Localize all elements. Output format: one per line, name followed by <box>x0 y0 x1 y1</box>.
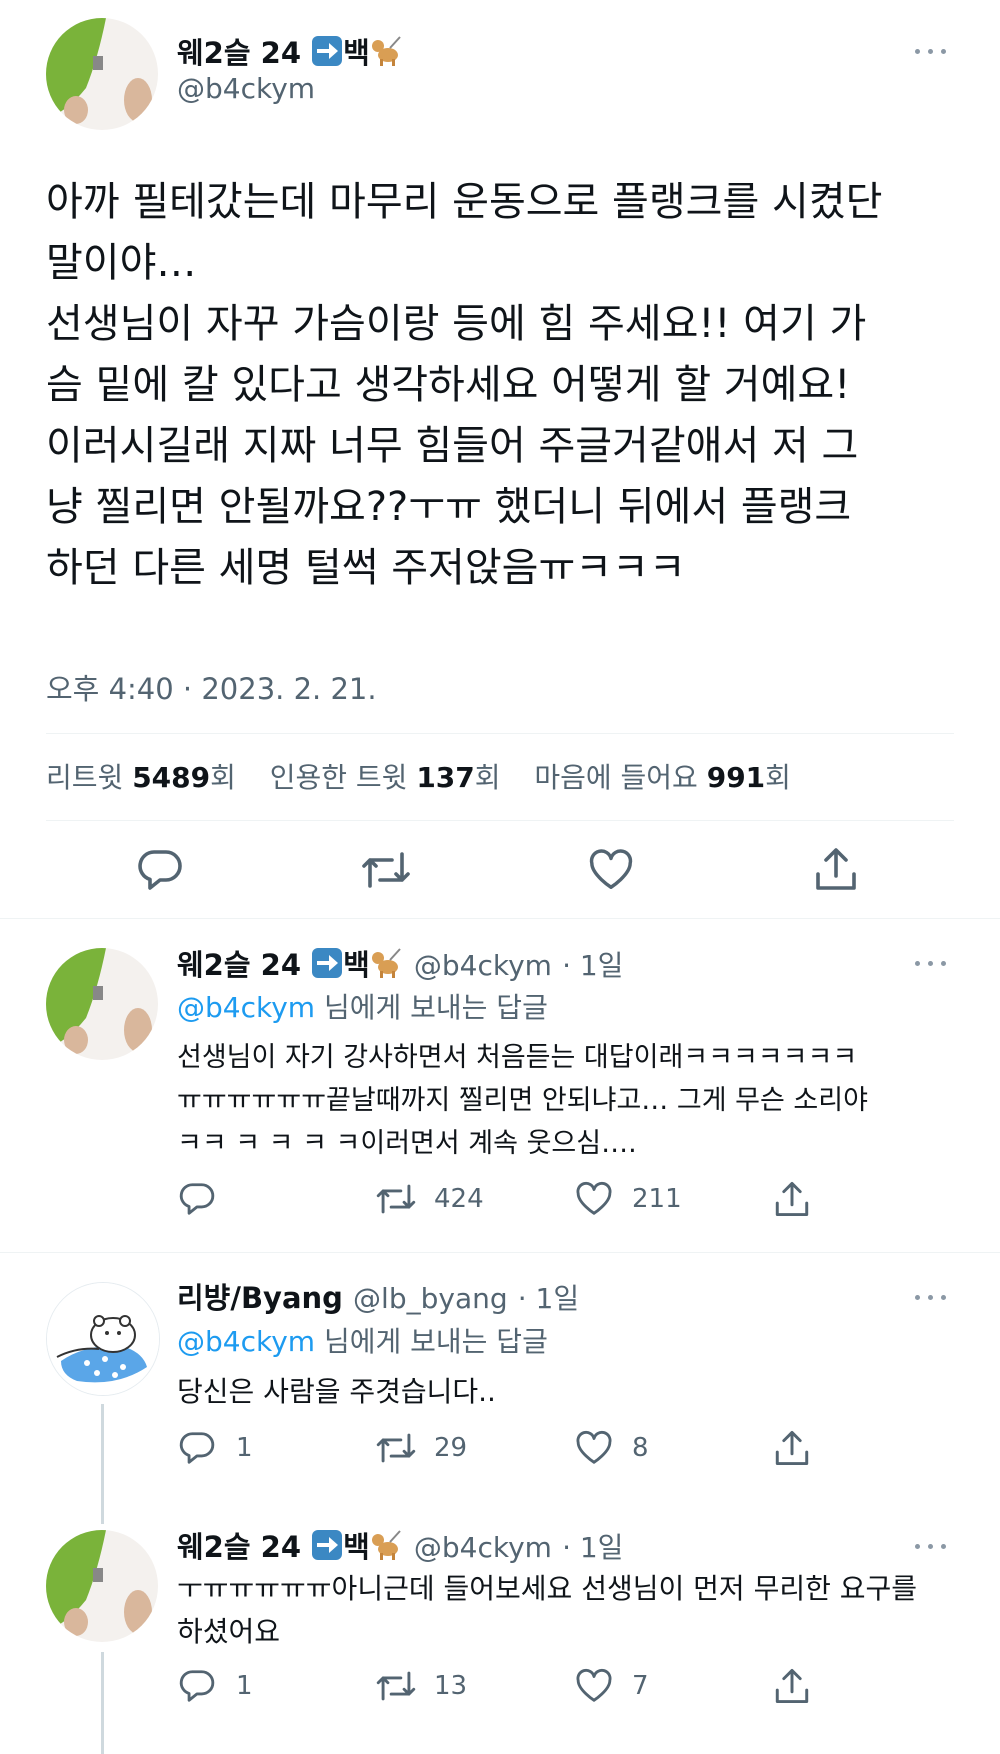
mention-link[interactable]: @b4ckym <box>177 1325 315 1358</box>
retweets-stat[interactable]: 리트윗 5489회 <box>46 761 245 794</box>
author-handle[interactable]: @b4ckym <box>177 72 315 105</box>
divider <box>0 1252 1000 1253</box>
reply-author[interactable]: 리뱡/Byang @lb_byang · 1일 <box>177 1275 579 1317</box>
reply-author[interactable]: 웨2슬 24 백 @b4ckym · 1일 <box>177 942 623 986</box>
reply-time[interactable]: · 1일 <box>518 1282 579 1315</box>
heart-icon[interactable] <box>588 848 634 892</box>
more-icon[interactable] <box>913 46 949 56</box>
divider <box>46 733 954 734</box>
reply-icon[interactable] <box>178 1668 216 1704</box>
share-icon[interactable] <box>774 1667 810 1705</box>
reply-text: 선생님이 자기 강사하면서 처음듣는 대답이래ㅋㅋㅋㅋㅋㅋㅋ ㅠㅠㅠㅠㅠㅠ끝날때… <box>177 1042 868 1159</box>
avatar[interactable] <box>46 1530 158 1642</box>
reply-time[interactable]: · 1일 <box>562 1531 623 1564</box>
timestamp[interactable]: 오후 4:40 · 2023. 2. 21. <box>46 666 377 708</box>
reply-handle[interactable]: @lb_byang <box>353 1282 508 1315</box>
reply-count: 1 <box>236 1433 253 1463</box>
more-icon[interactable] <box>913 1541 949 1551</box>
reply-text: 당신은 사람을 주겻습니다.. <box>177 1375 496 1408</box>
guide-dog-emoji <box>370 35 404 74</box>
avatar[interactable] <box>46 948 158 1060</box>
thread-line <box>101 1652 104 1754</box>
divider <box>46 820 954 821</box>
share-icon[interactable] <box>814 846 858 892</box>
heart-icon[interactable] <box>575 1181 613 1217</box>
avatar[interactable] <box>46 1282 160 1396</box>
reply-text: ㅜㅠㅠㅠㅠㅠ아니근데 들어보세요 선생님이 먼저 무리한 요구를 하셨어요 <box>177 1572 918 1648</box>
heart-icon[interactable] <box>575 1430 613 1466</box>
reply-icon[interactable] <box>136 848 184 892</box>
arrow-right-emoji <box>311 947 343 986</box>
guide-dog-emoji <box>370 1529 404 1568</box>
reply-icon[interactable] <box>178 1430 216 1466</box>
mention-link[interactable]: @b4ckym <box>177 991 315 1024</box>
retweet-count: 424 <box>434 1184 484 1214</box>
more-icon[interactable] <box>913 958 949 968</box>
retweet-count: 29 <box>434 1433 468 1463</box>
tweet-stats: 리트윗 5489회 인용한 트윗 137회 마음에 들어요 991회 <box>46 756 791 796</box>
reply-handle[interactable]: @b4ckym <box>414 1531 552 1564</box>
avatar[interactable] <box>46 18 158 130</box>
author-name[interactable]: 웨2슬 24 웨2슬 24백 <box>177 30 404 74</box>
reply-icon[interactable] <box>178 1181 216 1217</box>
reply-handle[interactable]: @b4ckym <box>414 949 552 982</box>
like-count: 7 <box>632 1671 649 1701</box>
likes-stat[interactable]: 마음에 들어요 991회 <box>534 761 791 794</box>
more-icon[interactable] <box>913 1292 949 1302</box>
share-icon[interactable] <box>774 1180 810 1218</box>
reply-time[interactable]: · 1일 <box>562 949 623 982</box>
retweet-icon[interactable] <box>360 848 412 892</box>
reply-count: 1 <box>236 1671 253 1701</box>
tweet-text: 아까 필테갔는데 마무리 운동으로 플랭크를 시켰단 말이야… 선생님이 자꾸 … <box>46 179 883 591</box>
retweet-icon[interactable] <box>375 1668 417 1704</box>
thread-line <box>101 1404 104 1524</box>
like-count: 8 <box>632 1433 649 1463</box>
arrow-right-emoji <box>311 35 343 74</box>
like-count: 211 <box>632 1184 682 1214</box>
guide-dog-emoji <box>370 947 404 986</box>
replying-to: @b4ckym 님에게 보내는 답글 <box>177 1325 548 1358</box>
quotes-stat[interactable]: 인용한 트윗 137회 <box>270 761 510 794</box>
share-icon[interactable] <box>774 1429 810 1467</box>
retweet-icon[interactable] <box>375 1181 417 1217</box>
retweet-icon[interactable] <box>375 1430 417 1466</box>
replying-to: @b4ckym 님에게 보내는 답글 <box>177 991 548 1024</box>
heart-icon[interactable] <box>575 1668 613 1704</box>
divider <box>0 918 1000 919</box>
arrow-right-emoji <box>311 1529 343 1568</box>
retweet-count: 13 <box>434 1671 468 1701</box>
reply-author[interactable]: 웨2슬 24 백 @b4ckym · 1일 <box>177 1524 623 1568</box>
